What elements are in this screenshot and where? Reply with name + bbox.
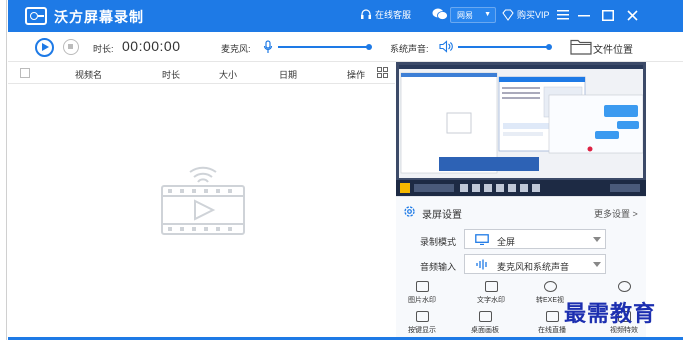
col-date[interactable]: 日期 [279,68,297,81]
preview-taskbar [396,180,646,196]
app-logo-icon [25,7,47,25]
online-support-label: 在线客服 [375,10,412,20]
select-all-checkbox[interactable] [20,68,30,78]
drawing-board-button[interactable]: 桌面画板 [462,311,508,335]
text-watermark-icon [484,281,498,292]
empty-video-list-icon [161,166,245,235]
record-mode-select[interactable]: 全屏 [464,229,606,249]
app-title: 沃方屏幕录制 [54,9,144,25]
audio-input-select[interactable]: 麦克风和系统声音 [464,254,606,274]
image-watermark-icon [415,281,429,292]
video-list-header: 视频名 时长 大小 日期 操作 [8,62,395,84]
chevron-down-icon [593,237,601,242]
system-sound-label: 系统声音: [390,44,429,54]
col-duration[interactable]: 时长 [162,68,180,81]
app-window: 沃方屏幕录制 在线客服 网易 ▼ 购买VIP 时长: 00:00:00 麦克风:… [0,0,683,340]
speaker-icon[interactable] [439,40,453,53]
live-stream-icon [545,311,559,322]
record-toolbar: 时长: 00:00:00 麦克风: 系统声音: 文件位置 [8,32,683,62]
maximize-icon[interactable] [600,5,616,25]
drawing-board-label: 桌面画板 [471,327,499,334]
screen-preview [396,62,646,196]
preview-desktop [399,65,644,178]
network-select[interactable]: 网易 ▼ [450,7,496,23]
keyboard-icon [415,311,429,322]
mic-volume-slider[interactable] [278,46,369,48]
diamond-icon [502,9,514,21]
text-watermark-button[interactable]: 文字水印 [468,281,514,305]
file-location-button[interactable]: 文件位置 [593,41,633,56]
system-sound-knob[interactable] [546,44,552,50]
record-mode-label: 录制模式 [420,237,457,247]
chevron-down-icon [593,262,601,267]
menu-icon[interactable] [555,5,571,25]
folder-icon[interactable] [570,38,592,55]
exe-convert-label: 转EXE视 [535,297,564,304]
video-effects-label: 视频特效 [610,327,638,334]
network-select-value: 网易 [457,10,473,20]
record-mode-value: 全屏 [497,237,516,247]
image-watermark-button[interactable]: 图片水印 [399,281,445,305]
duration-label: 时长: [93,44,114,54]
grid-view-icon[interactable] [377,67,388,78]
online-support-button[interactable]: 在线客服 [360,8,411,21]
buy-vip-label: 购买VIP [517,10,550,20]
live-stream-label: 在线直播 [538,327,566,334]
col-size[interactable]: 大小 [219,68,237,81]
col-video-name[interactable]: 视频名 [75,68,102,81]
image-watermark-label: 图片水印 [408,297,436,304]
left-edge [0,0,8,340]
col-actions: 操作 [347,70,366,80]
chevron-down-icon: ▼ [484,11,491,18]
start-record-button[interactable] [35,38,54,57]
monitor-icon [475,234,489,245]
mic-label: 麦克风: [221,44,251,54]
preview-screenshot-image [399,65,644,174]
more-settings-link[interactable]: 更多设置 > [594,207,638,220]
headset-icon [361,8,371,19]
keyboard-display-button[interactable]: 按键显示 [399,311,445,335]
timer-button[interactable] [601,281,647,295]
duration-value: 00:00:00 [122,38,181,54]
mic-volume-knob[interactable] [366,44,372,50]
gear-icon [404,206,415,217]
title-bar: 沃方屏幕录制 在线客服 网易 ▼ 购买VIP [8,0,683,32]
audio-input-label: 音频输入 [420,262,457,272]
microphone-icon[interactable] [263,40,273,54]
stop-record-button[interactable] [63,39,79,55]
close-icon[interactable] [624,5,640,25]
watermark-text: 最需教育 [564,301,657,327]
keyboard-display-label: 按键显示 [408,327,436,334]
text-watermark-label: 文字水印 [477,297,505,304]
wechat-icon[interactable] [432,7,448,21]
buy-vip-button[interactable]: 购买VIP [502,8,550,21]
drawing-board-icon [478,311,492,322]
audio-wave-icon [476,259,487,270]
audio-input-value: 麦克风和系统声音 [497,262,570,272]
exe-convert-icon [543,281,557,292]
settings-title: 录屏设置 [422,210,462,221]
system-sound-slider[interactable] [458,46,549,48]
timer-icon [617,281,631,292]
minimize-icon[interactable] [576,5,592,25]
